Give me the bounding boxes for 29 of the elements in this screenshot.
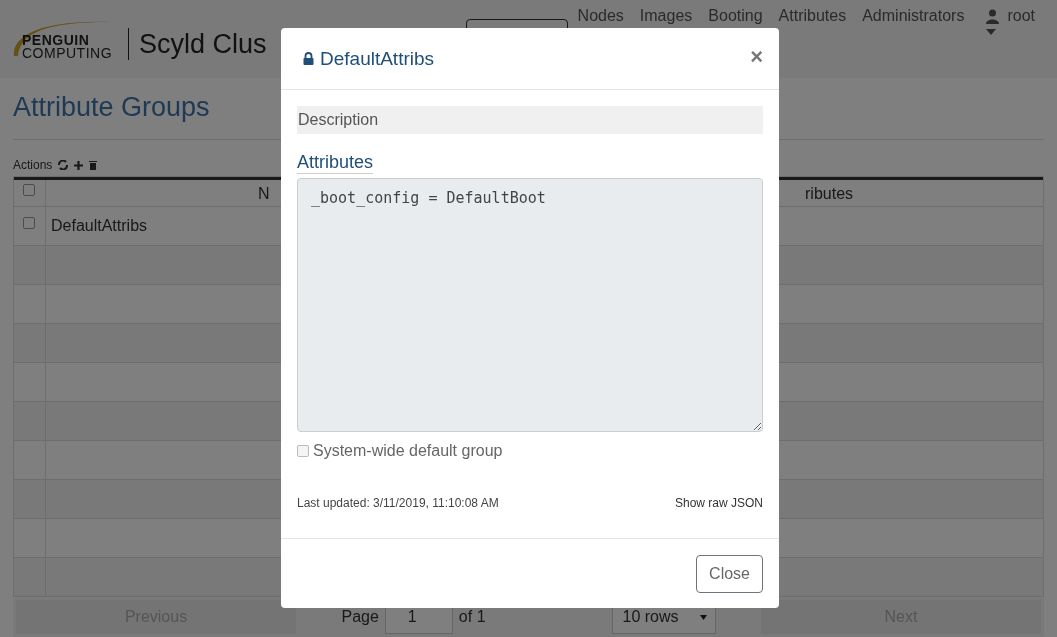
header-checkbox[interactable]: [23, 184, 35, 196]
trash-icon: [89, 160, 98, 170]
nav-link[interactable]: Administrators: [862, 7, 965, 25]
last-updated: Last updated: 3/11/2019, 11:10:08 AM: [297, 496, 499, 510]
modal-title: DefaultAttribs: [320, 47, 435, 70]
page-count: of 1: [458, 608, 486, 626]
attributes-label: Attributes: [297, 152, 374, 174]
nav-link[interactable]: Booting: [708, 7, 763, 25]
raw-json-link[interactable]: Show raw JSON: [674, 496, 763, 510]
nav-link[interactable]: Attributes: [778, 7, 847, 25]
checkbox-label: System-wide default group: [313, 442, 503, 460]
description-field[interactable]: Description: [297, 106, 763, 134]
brand-line: COMPUTING: [22, 47, 113, 60]
lock-icon: [303, 52, 314, 65]
attributes-field[interactable]: _boot_config = DefaultBoot: [297, 178, 763, 432]
nav-link[interactable]: Images: [639, 7, 693, 25]
refresh-icon: [58, 160, 69, 170]
caret-icon: [986, 29, 997, 35]
user-name[interactable]: root: [1007, 7, 1035, 25]
user-icon: [986, 8, 1000, 24]
caret-icon: [699, 614, 707, 620]
product-name: Scyld Clus: [139, 28, 267, 60]
row-checkbox[interactable]: [23, 217, 35, 229]
nav-link[interactable]: Nodes: [577, 7, 624, 25]
brand-line: PENGUIN: [22, 34, 91, 47]
close-button[interactable]: Close: [696, 554, 763, 593]
page-label: Page: [341, 608, 379, 626]
actions-label: Actions: [13, 158, 53, 172]
plus-icon: [74, 160, 84, 170]
